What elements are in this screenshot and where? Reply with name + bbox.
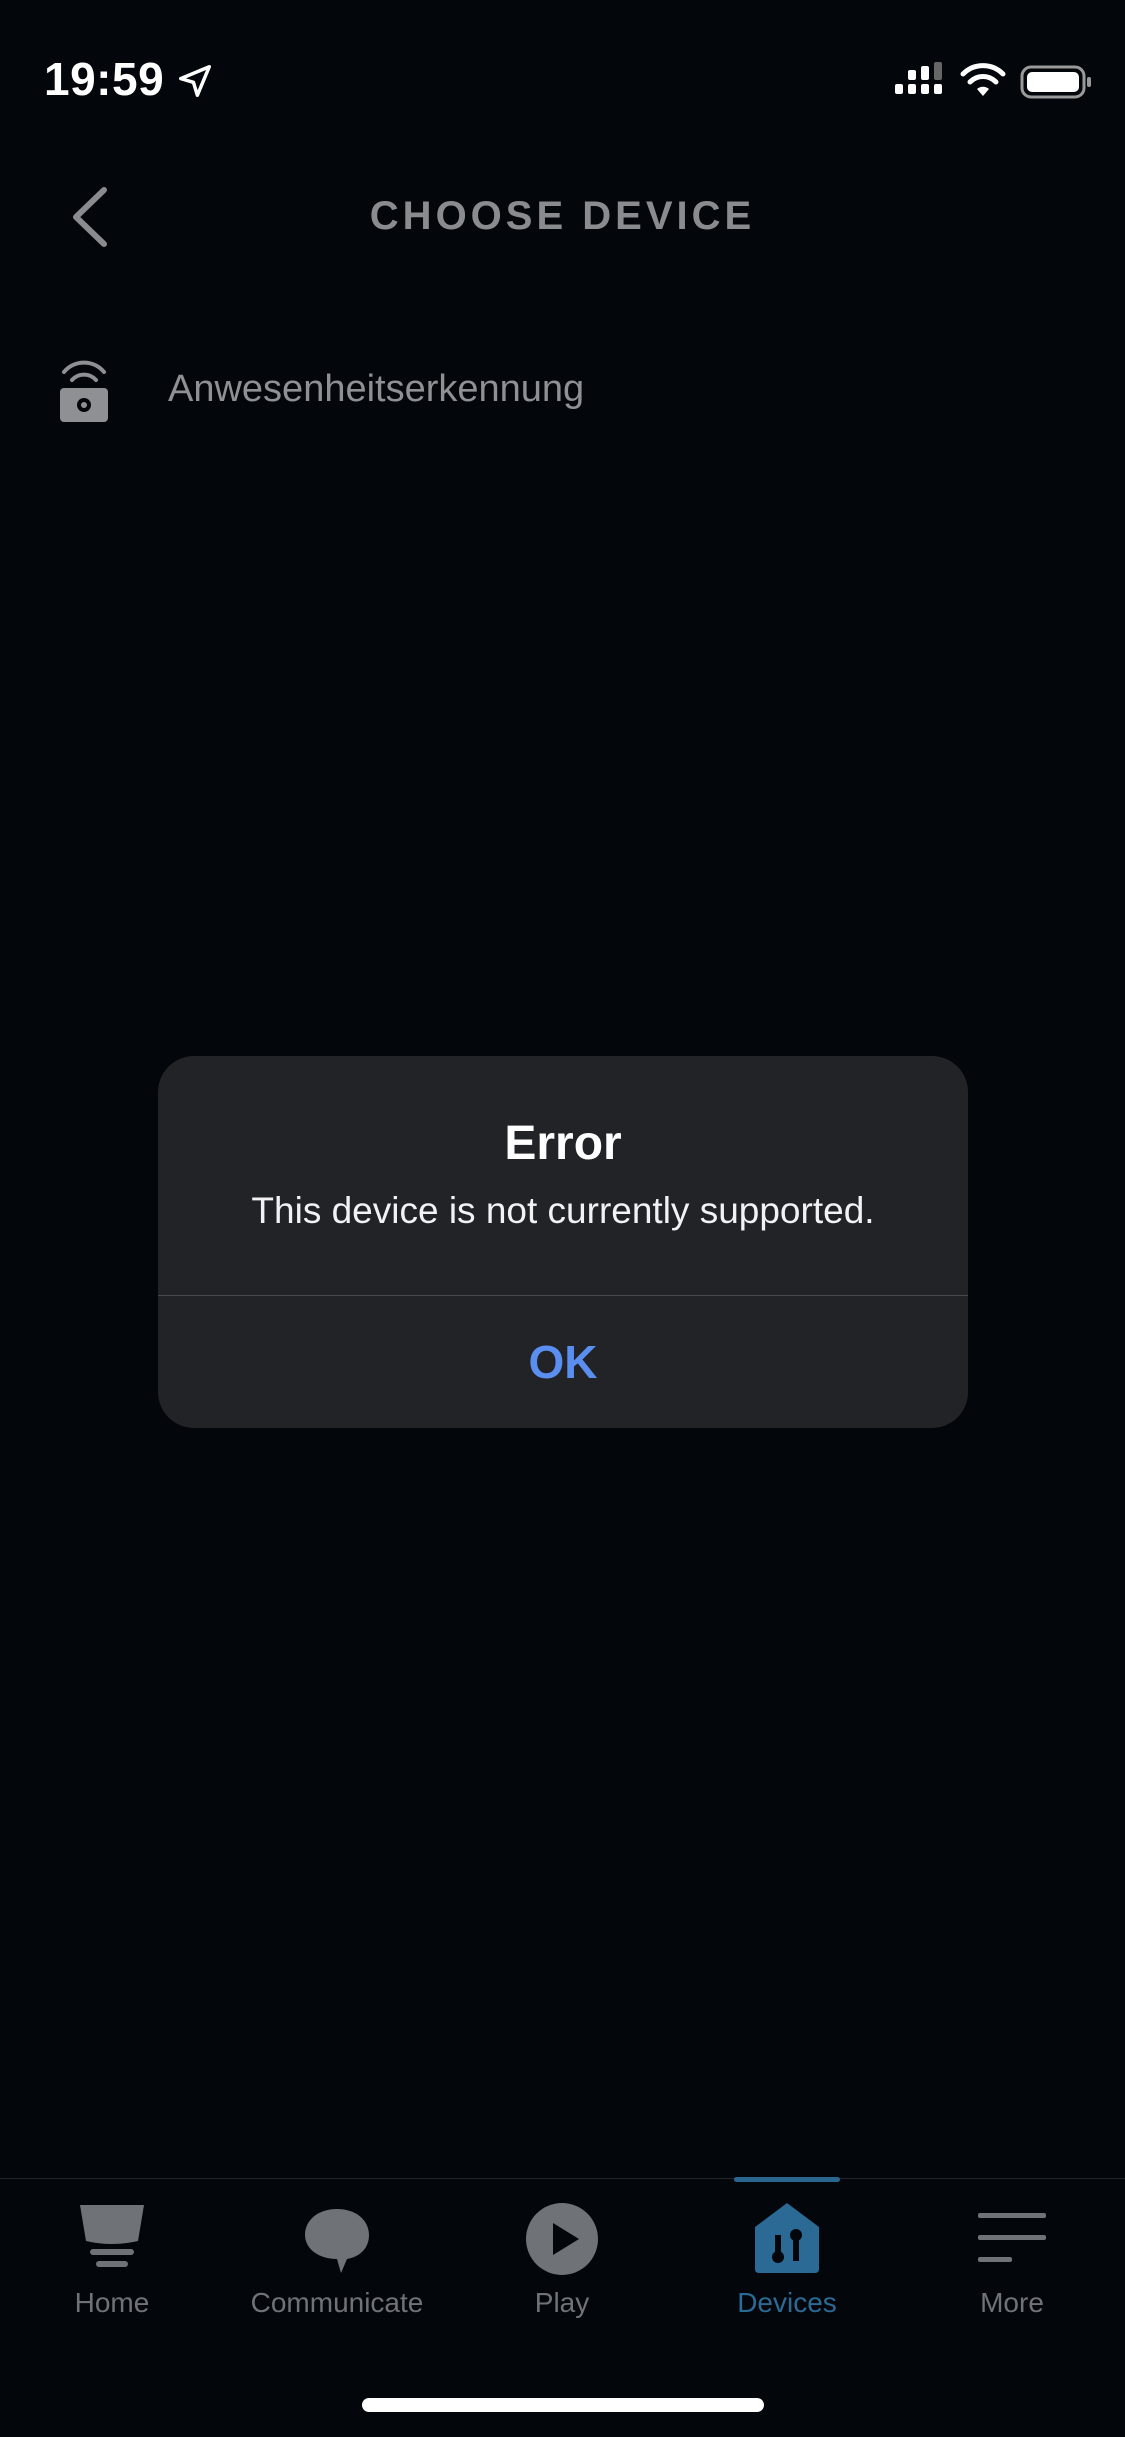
- tab-label: Play: [534, 2287, 590, 2318]
- dialog-title: Error: [504, 1117, 622, 1170]
- tab-communicate[interactable]: Communicate: [237, 2199, 437, 2339]
- status-time: 19:59: [44, 53, 165, 105]
- battery-icon: [1020, 65, 1091, 99]
- page-title: CHOOSE DEVICE: [369, 194, 756, 238]
- status-bar: 19:59: [0, 0, 1125, 150]
- tab-label: Communicate: [250, 2287, 424, 2318]
- presence-sensor-icon: [60, 360, 108, 422]
- home-icon: [80, 2205, 144, 2267]
- tab-play[interactable]: Play: [462, 2199, 662, 2339]
- location-arrow-icon: [179, 65, 211, 97]
- wifi-icon: [960, 63, 1006, 96]
- home-indicator: [362, 2398, 764, 2412]
- ok-button[interactable]: OK: [158, 1296, 968, 1428]
- device-label: Anwesenheitserkennung: [168, 368, 585, 410]
- play-icon: [526, 2203, 598, 2275]
- devices-icon: [755, 2203, 819, 2273]
- tab-home[interactable]: Home: [12, 2199, 212, 2339]
- active-tab-indicator: [734, 2177, 840, 2182]
- tab-label: Home: [74, 2287, 150, 2318]
- menu-icon: [978, 2213, 1046, 2262]
- tab-more[interactable]: More: [912, 2199, 1112, 2339]
- cellular-signal-icon: [895, 62, 942, 94]
- error-dialog: Error This device is not currently suppo…: [158, 1056, 968, 1428]
- dialog-message: This device is not currently supported.: [251, 1190, 875, 1231]
- device-list-item[interactable]: Anwesenheitserkennung: [0, 340, 1125, 440]
- tab-devices[interactable]: Devices: [687, 2199, 887, 2339]
- header: CHOOSE DEVICE: [0, 170, 1125, 260]
- tab-label: More: [980, 2287, 1044, 2318]
- chat-bubble-icon: [305, 2209, 369, 2273]
- tab-label: Devices: [737, 2287, 837, 2318]
